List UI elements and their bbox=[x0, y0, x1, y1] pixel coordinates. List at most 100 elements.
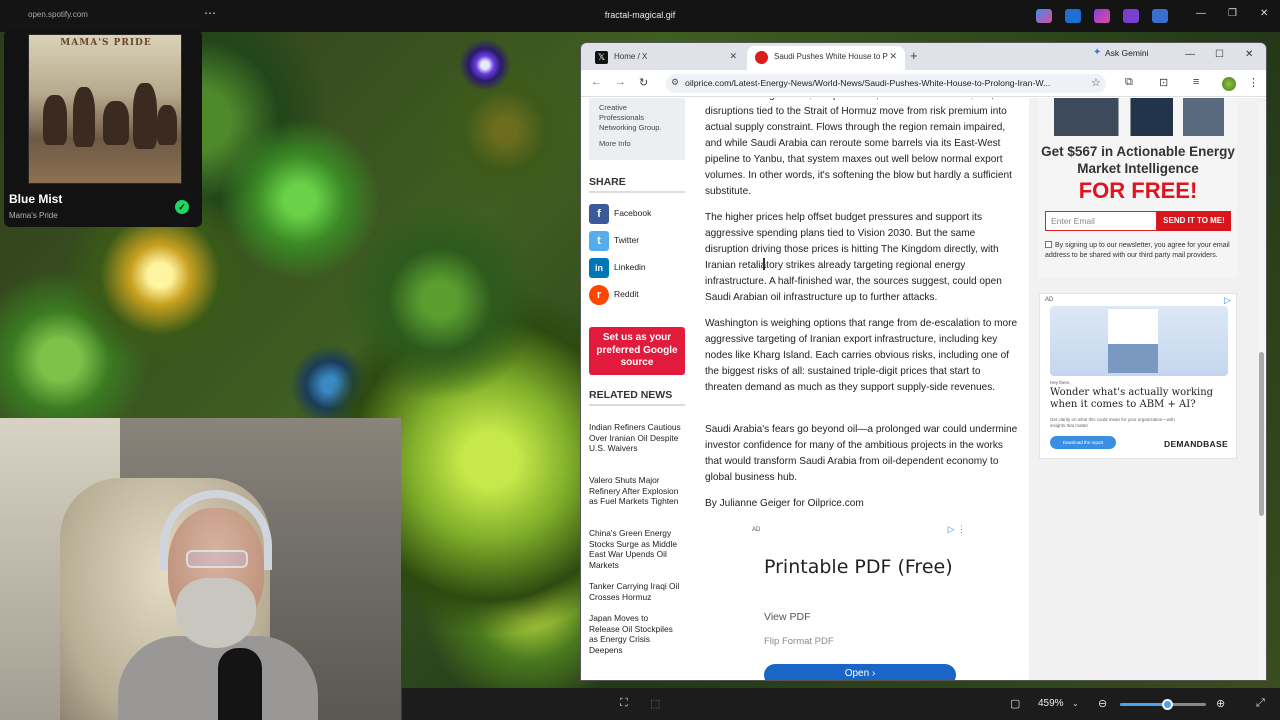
reading-list-icon[interactable]: ≡ bbox=[1193, 76, 1199, 88]
ad-headline: Wonder what's actually working when it c… bbox=[1050, 387, 1214, 410]
zoom-out-icon[interactable]: ⊖ bbox=[1098, 697, 1107, 710]
reload-icon[interactable]: ↻ bbox=[639, 76, 648, 89]
app-pink-icon[interactable] bbox=[1094, 9, 1110, 23]
extensions-icon[interactable]: ⧉ bbox=[1125, 76, 1133, 89]
ad-open-button[interactable]: Open › bbox=[764, 664, 956, 680]
tab-strip: 𝕏 Home / X ✕ Saudi Pushes White House to… bbox=[581, 43, 1266, 70]
share-reddit[interactable]: r Reddit bbox=[589, 285, 639, 305]
site-info-icon[interactable]: ⚙ bbox=[671, 77, 679, 88]
newsletter-offer: Get $567 in Actionable Energy Market Int… bbox=[1041, 144, 1235, 176]
related-item[interactable]: Valero Shuts Major Refinery After Explos… bbox=[589, 475, 681, 507]
oilprice-favicon-icon bbox=[755, 51, 768, 64]
ad-download-button[interactable]: Download the report bbox=[1050, 436, 1116, 449]
cast-icon[interactable]: ⊡ bbox=[1159, 76, 1168, 89]
page-scrollbar[interactable] bbox=[1258, 102, 1266, 680]
article-paragraph: Brent is holding above $100 per barrel, … bbox=[705, 98, 1012, 197]
x-logo-icon: 𝕏 bbox=[595, 51, 608, 64]
share-heading: SHARE bbox=[589, 176, 685, 193]
newsletter-free: FOR FREE! bbox=[1078, 178, 1198, 203]
tab-close-icon[interactable]: ✕ bbox=[729, 51, 737, 62]
right-column: Get $567 in Actionable Energy Market Int… bbox=[1029, 98, 1266, 680]
forward-icon[interactable]: → bbox=[615, 76, 626, 88]
crop-icon[interactable]: ⬚ bbox=[650, 697, 660, 710]
ask-gemini-button[interactable]: Ask Gemini bbox=[1093, 47, 1148, 58]
text-cursor bbox=[763, 258, 765, 270]
scrollbar-thumb[interactable] bbox=[1259, 352, 1264, 516]
zoom-level[interactable]: 459% bbox=[1038, 698, 1064, 709]
related-item[interactable]: China's Green Energy Stocks Surge as Mid… bbox=[589, 528, 681, 570]
bookmark-star-icon[interactable]: ☆ bbox=[1091, 76, 1101, 89]
google-source-button[interactable]: Set us as your preferred Google source bbox=[589, 327, 685, 375]
article-byline: By Julianne Geiger for Oilprice.com bbox=[705, 498, 864, 509]
zoom-slider[interactable] bbox=[1120, 699, 1206, 710]
tab-close-icon[interactable]: ✕ bbox=[889, 51, 897, 62]
article-paragraph: The higher prices help offset budget pre… bbox=[705, 212, 1002, 303]
browser-menu-icon[interactable]: ⋮ bbox=[1248, 76, 1259, 89]
ad-view-pdf[interactable]: View PDF bbox=[764, 611, 811, 623]
web-page: Creative Professionals Networking Group.… bbox=[581, 98, 1266, 680]
reddit-icon: r bbox=[589, 285, 609, 305]
spotify-miniplayer: MAMA'S PRIDE Blue Mist Mama's Pride ✓ bbox=[4, 30, 202, 227]
album-art: MAMA'S PRIDE bbox=[28, 34, 182, 184]
zoom-dropdown-icon[interactable]: ⌄ bbox=[1072, 699, 1079, 708]
related-news-heading: RELATED NEWS bbox=[589, 389, 685, 406]
send-button[interactable]: SEND IT TO ME! bbox=[1157, 211, 1231, 231]
terms-checkbox[interactable] bbox=[1045, 241, 1052, 248]
zoom-in-icon[interactable]: ⊕ bbox=[1216, 697, 1225, 710]
twitter-icon: t bbox=[589, 231, 609, 251]
ad-title[interactable]: Printable PDF (Free) bbox=[764, 554, 953, 580]
back-icon[interactable]: ← bbox=[591, 76, 602, 88]
facebook-icon: f bbox=[589, 204, 609, 224]
share-label: Facebook bbox=[614, 208, 652, 218]
about-line: Networking Group. bbox=[599, 123, 662, 132]
tab-oilprice[interactable]: Saudi Pushes White House to P ✕ bbox=[747, 46, 905, 70]
browser-maximize-icon[interactable]: ☐ bbox=[1215, 49, 1224, 60]
image-viewer-toolbar: ⛶ ⬚ ▢ 459% ⌄ ⊖ ⊕ ⤢ bbox=[402, 688, 1280, 720]
fullscreen-icon[interactable]: ⤢ bbox=[1256, 697, 1265, 710]
related-item[interactable]: Tanker Carrying Iraqi Oil Crosses Hormuz bbox=[589, 581, 681, 602]
email-input[interactable]: Enter Email bbox=[1045, 211, 1157, 231]
viewer-titlebar: open.spotify.com ⋯ fractal-magical.gif —… bbox=[0, 0, 1280, 32]
related-item[interactable]: Indian Refiners Cautious Over Iranian Oi… bbox=[589, 422, 681, 454]
ad-choices-icon[interactable]: ▷ bbox=[1224, 295, 1231, 306]
liked-check-icon[interactable]: ✓ bbox=[175, 200, 189, 214]
browser-close-icon[interactable]: ✕ bbox=[1245, 49, 1253, 60]
demandbase-logo: DEMANDBASE bbox=[1164, 439, 1228, 449]
about-line: Creative bbox=[599, 103, 627, 112]
more-info-link[interactable]: More Info bbox=[599, 139, 675, 149]
related-item[interactable]: Japan Moves to Release Oil Stockpiles as… bbox=[589, 613, 681, 655]
tab-home-x[interactable]: 𝕏 Home / X ✕ bbox=[587, 46, 745, 70]
share-linkedin[interactable]: in Linkedin bbox=[589, 258, 646, 278]
app-cloud-icon[interactable] bbox=[1152, 9, 1168, 23]
newsletter-terms: By signing up to our newsletter, you agr… bbox=[1045, 241, 1235, 260]
newsletter-box: Get $567 in Actionable Energy Market Int… bbox=[1039, 98, 1237, 278]
actual-size-icon[interactable]: ▢ bbox=[1010, 697, 1020, 710]
browser-toolbar: ← → ↻ ⚙ oilprice.com/Latest-Energy-News/… bbox=[581, 70, 1266, 97]
minimize-icon[interactable]: — bbox=[1196, 8, 1206, 19]
report-books-image bbox=[1054, 98, 1224, 136]
app-purple-icon[interactable] bbox=[1123, 9, 1139, 23]
demandbase-ad[interactable]: AD ▷ Hey there, Wonder what's actually w… bbox=[1039, 293, 1237, 459]
ad-label: AD bbox=[1045, 297, 1054, 303]
webcam-feed bbox=[0, 418, 401, 720]
url-text: oilprice.com/Latest-Energy-News/World-Ne… bbox=[685, 78, 1051, 88]
share-twitter[interactable]: t Twitter bbox=[589, 231, 639, 251]
track-title: Blue Mist bbox=[9, 192, 63, 206]
track-artist[interactable]: Mama's Pride bbox=[9, 211, 58, 220]
maximize-icon[interactable]: ❐ bbox=[1228, 8, 1237, 19]
share-label: Linkedin bbox=[614, 262, 646, 272]
pdf-ad: AD ▷ ⋮ Printable PDF (Free) View PDF Fli… bbox=[749, 520, 969, 680]
close-icon[interactable]: ✕ bbox=[1260, 8, 1268, 19]
profile-avatar[interactable] bbox=[1222, 77, 1236, 91]
article-paragraph: Saudi Arabia's fears go beyond oil—a pro… bbox=[705, 424, 1018, 483]
browser-minimize-icon[interactable]: — bbox=[1185, 49, 1195, 60]
copilot-icon[interactable] bbox=[1036, 9, 1052, 23]
fit-icon[interactable]: ⛶ bbox=[620, 697, 628, 710]
share-facebook[interactable]: f Facebook bbox=[589, 204, 651, 224]
app-blue-icon[interactable] bbox=[1065, 9, 1081, 23]
ad-greeting: Hey there, bbox=[1050, 380, 1071, 385]
address-bar[interactable]: ⚙ oilprice.com/Latest-Energy-News/World-… bbox=[666, 74, 1106, 93]
share-label: Twitter bbox=[614, 235, 640, 245]
new-tab-icon[interactable]: + bbox=[910, 48, 918, 63]
ad-choices-icon[interactable]: ▷ ⋮ bbox=[948, 524, 966, 535]
